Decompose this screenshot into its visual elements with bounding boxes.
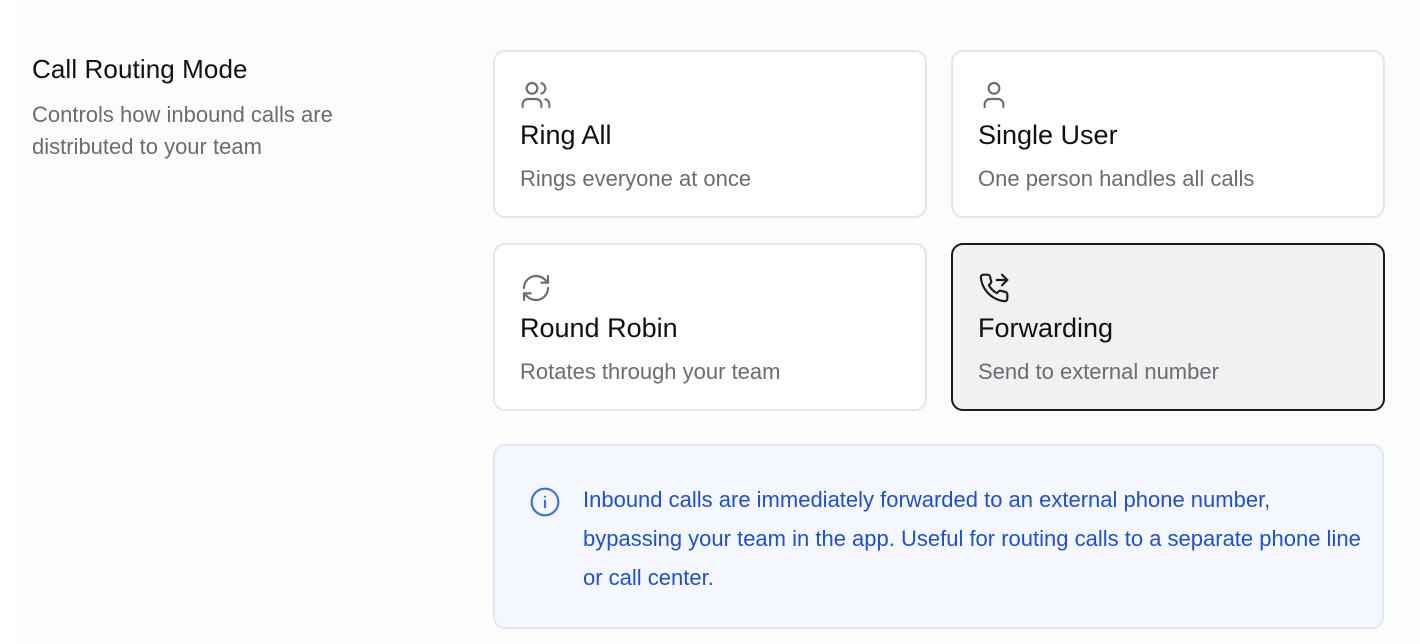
user-icon bbox=[978, 79, 1010, 111]
option-title: Ring All bbox=[520, 120, 612, 150]
refresh-icon bbox=[520, 272, 552, 304]
phone-forward-icon bbox=[978, 272, 1010, 304]
section-title: Call Routing Mode bbox=[32, 54, 248, 84]
option-description: Send to external number bbox=[978, 359, 1219, 384]
section-description: Controls how inbound calls are distribut… bbox=[32, 102, 333, 159]
option-card-ring-all[interactable]: Ring All Rings everyone at once bbox=[493, 50, 927, 218]
option-description: Rings everyone at once bbox=[520, 166, 752, 191]
option-title: Single User bbox=[978, 120, 1118, 150]
users-icon bbox=[520, 79, 552, 111]
option-title: Forwarding bbox=[978, 313, 1114, 343]
option-card-single-user[interactable]: Single User One person handles all calls bbox=[951, 50, 1385, 218]
info-callout: Inbound calls are immediately forwarded … bbox=[493, 444, 1384, 629]
option-card-round-robin[interactable]: Round Robin Rotates through your team bbox=[493, 243, 927, 411]
info-text: Inbound calls are immediately forwarded … bbox=[583, 487, 1361, 590]
option-card-forwarding[interactable]: Forwarding Send to external number bbox=[951, 243, 1385, 411]
info-icon bbox=[529, 486, 561, 518]
option-description: One person handles all calls bbox=[978, 166, 1255, 191]
option-description: Rotates through your team bbox=[520, 359, 781, 384]
option-title: Round Robin bbox=[520, 313, 678, 343]
